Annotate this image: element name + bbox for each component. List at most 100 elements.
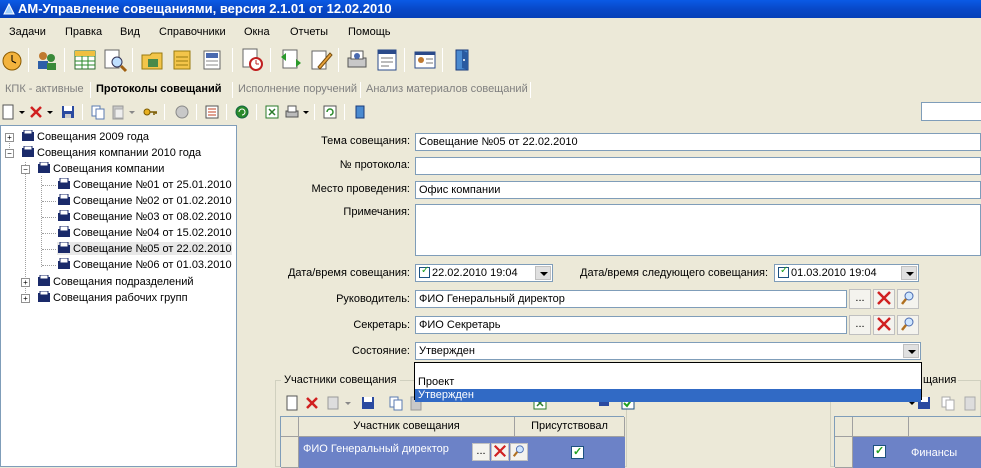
copy-icon[interactable] (940, 395, 956, 411)
paste-icon[interactable] (962, 395, 978, 411)
folder-yellow-icon[interactable] (140, 47, 166, 73)
tree-item-meeting[interactable]: Совещание №06 от 01.03.2010 (57, 258, 232, 271)
participant-select-button[interactable]: ... (472, 443, 490, 461)
menu-windows[interactable]: Окна (244, 26, 270, 38)
expand-toggle[interactable]: + (21, 278, 30, 287)
chevron-down-icon[interactable] (18, 104, 26, 120)
chevron-down-icon[interactable] (344, 395, 352, 411)
chevron-down-icon[interactable] (128, 104, 136, 120)
chevron-down-icon[interactable] (302, 104, 310, 120)
protocol-field[interactable] (415, 157, 981, 175)
tree-node-company[interactable]: Совещания компании (37, 162, 164, 175)
new-doc-icon[interactable] (284, 395, 300, 411)
notes-field[interactable] (415, 204, 981, 256)
tree-node-departments[interactable]: Совещания подразделений (37, 275, 194, 288)
secretary-select-button[interactable]: ... (849, 315, 871, 335)
folder-book-icon (38, 291, 50, 302)
dropdown-arrow-icon[interactable] (901, 266, 917, 280)
participant-search-button[interactable] (510, 443, 528, 461)
secretary-clear-button[interactable] (873, 315, 895, 335)
doc-window-icon[interactable] (374, 47, 400, 73)
place-field[interactable]: Офис компании (415, 181, 981, 199)
topic-field[interactable]: Совещание №05 от 22.02.2010 (415, 133, 981, 151)
clock-icon[interactable] (0, 47, 26, 73)
tree-item-label: Совещание №01 от 25.01.2010 (73, 179, 232, 191)
exit-door-icon[interactable] (450, 47, 476, 73)
calendar-doc-icon[interactable] (200, 47, 226, 73)
new-doc-icon[interactable] (0, 104, 16, 120)
toolbar-search-input[interactable] (921, 102, 981, 121)
head-clear-button[interactable] (873, 289, 895, 309)
expand-toggle[interactable]: + (21, 294, 30, 303)
paste-icon[interactable] (110, 104, 126, 120)
refresh-icon[interactable] (322, 104, 338, 120)
menu-reports[interactable]: Отчеты (290, 26, 328, 38)
tab-analysis[interactable]: Анализ материалов совещаний (366, 83, 528, 95)
expand-toggle[interactable]: + (5, 133, 14, 142)
checkbox-checked[interactable] (419, 265, 430, 278)
tree-node-label: Совещания 2009 года (37, 131, 150, 143)
save-icon[interactable] (360, 395, 376, 411)
search-doc-icon[interactable] (102, 47, 128, 73)
tree-node-2009[interactable]: Совещания 2009 года (21, 130, 149, 143)
save-icon[interactable] (60, 104, 76, 120)
alarm-doc-icon[interactable] (240, 47, 266, 73)
state-option-approved[interactable]: Утвержден (415, 389, 921, 402)
excel-icon[interactable] (264, 104, 280, 120)
tree-node-2010[interactable]: Совещания компании 2010 года (21, 146, 201, 159)
splitter[interactable] (237, 125, 271, 467)
menu-view[interactable]: Вид (120, 26, 140, 38)
tree-item-meeting-selected[interactable]: Совещание №05 от 22.02.2010 (57, 242, 232, 255)
tab-execution[interactable]: Исполнение поручений (238, 83, 357, 95)
table-icon[interactable] (72, 47, 98, 73)
exit-icon[interactable] (352, 104, 368, 120)
refresh-globe-icon[interactable] (234, 104, 250, 120)
people-icon[interactable] (34, 47, 60, 73)
col-participant-header[interactable]: Участник совещания (299, 417, 515, 437)
secretary-field[interactable]: ФИО Секретарь (415, 316, 847, 334)
head-select-button[interactable]: ... (849, 289, 871, 309)
edit-icon[interactable] (326, 395, 342, 411)
tab-protocols[interactable]: Протоколы совещаний (96, 83, 222, 95)
menu-tasks[interactable]: Задачи (9, 26, 46, 38)
row-checkbox[interactable] (873, 444, 886, 458)
chevron-down-icon[interactable] (46, 104, 54, 120)
copy-icon[interactable] (388, 395, 404, 411)
list-icon[interactable] (204, 104, 220, 120)
menu-edit[interactable]: Правка (65, 26, 102, 38)
next-datetime-field[interactable]: 01.03.2010 19:04 (774, 264, 919, 282)
contact-card-icon[interactable] (412, 47, 438, 73)
printer-icon[interactable] (284, 104, 300, 120)
dropdown-arrow-icon[interactable] (903, 344, 919, 358)
participant-clear-button[interactable] (491, 443, 509, 461)
collapse-toggle[interactable]: − (21, 165, 30, 174)
datetime-field[interactable]: 22.02.2010 19:04 (415, 264, 553, 282)
head-field[interactable]: ФИО Генеральный директор (415, 290, 847, 308)
key-icon[interactable] (142, 104, 158, 120)
menu-help[interactable]: Помощь (348, 26, 391, 38)
copy-icon[interactable] (90, 104, 106, 120)
tree-item-meeting[interactable]: Совещание №03 от 08.02.2010 (57, 210, 232, 223)
head-search-button[interactable] (897, 289, 919, 309)
state-option-project[interactable]: Проект (415, 376, 921, 389)
delete-icon[interactable] (304, 395, 320, 411)
secretary-search-button[interactable] (897, 315, 919, 335)
tree-item-meeting[interactable]: Совещание №01 от 25.01.2010 (57, 178, 232, 191)
print-icon[interactable] (344, 47, 370, 73)
tab-kpk-active[interactable]: КПК - активные (5, 83, 84, 95)
dropdown-arrow-icon[interactable] (535, 266, 551, 280)
collapse-toggle[interactable]: − (5, 149, 14, 158)
stop-icon[interactable] (174, 104, 190, 120)
menu-references[interactable]: Справочники (159, 26, 226, 38)
delete-icon[interactable] (28, 104, 44, 120)
present-checkbox[interactable] (571, 445, 584, 459)
folders-icon[interactable] (170, 47, 196, 73)
tree-item-meeting[interactable]: Совещание №02 от 01.02.2010 (57, 194, 232, 207)
checkbox-checked[interactable] (778, 265, 789, 278)
col-present-header[interactable]: Присутствовал (515, 417, 625, 437)
state-select[interactable]: Утвержден (415, 342, 921, 360)
tree-node-workgroups[interactable]: Совещания рабочих групп (37, 291, 188, 304)
tree-item-meeting[interactable]: Совещание №04 от 15.02.2010 (57, 226, 232, 239)
sync-doc-icon[interactable] (278, 47, 304, 73)
edit-doc-icon[interactable] (308, 47, 334, 73)
